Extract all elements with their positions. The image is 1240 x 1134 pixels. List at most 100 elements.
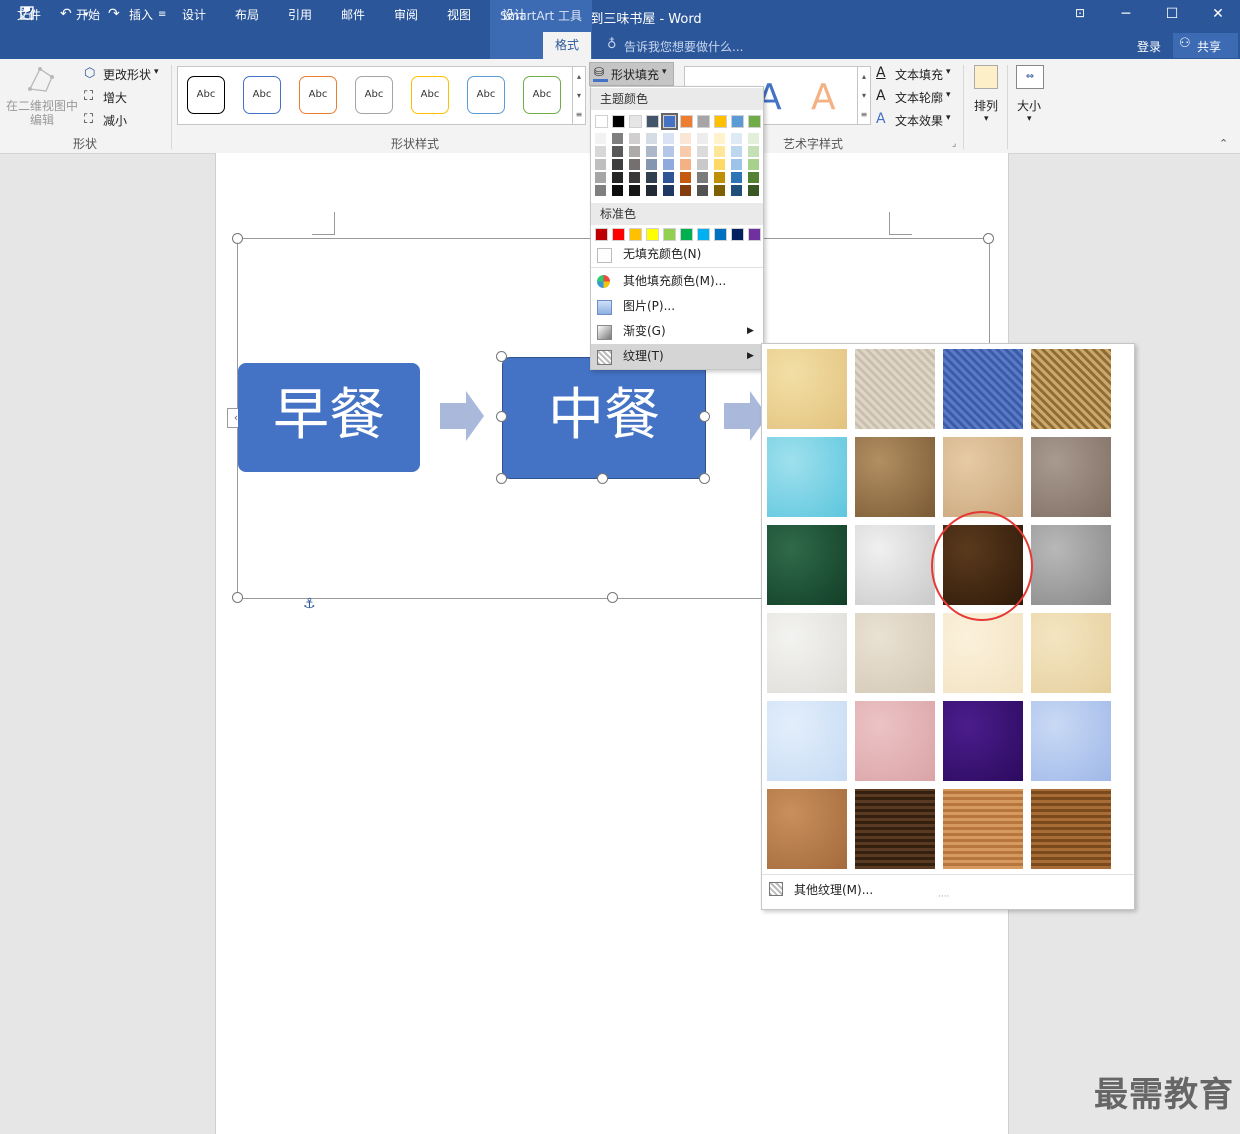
texture-granite[interactable]	[1031, 525, 1111, 605]
theme-color-swatch[interactable]	[748, 115, 761, 128]
theme-shade-swatch[interactable]	[748, 146, 759, 157]
theme-shade-swatch[interactable]	[646, 146, 657, 157]
standard-color-swatch[interactable]	[595, 228, 608, 241]
theme-shade-swatch[interactable]	[612, 172, 623, 183]
resize-handle[interactable]	[699, 411, 710, 422]
no-fill-item[interactable]: 无填充颜色(N)	[591, 242, 763, 267]
shape-style-6[interactable]: Abc	[467, 76, 505, 114]
theme-shade-swatch[interactable]	[629, 133, 640, 144]
theme-shade-swatch[interactable]	[714, 185, 725, 196]
theme-shade-swatch[interactable]	[697, 159, 708, 170]
texture-newsprint[interactable]	[767, 613, 847, 693]
texture-recycled-paper[interactable]	[855, 613, 935, 693]
edit-2d-button[interactable]: 在二维视图中编辑	[4, 99, 80, 127]
standard-color-swatch[interactable]	[663, 228, 676, 241]
standard-color-swatch[interactable]	[680, 228, 693, 241]
standard-color-swatch[interactable]	[731, 228, 744, 241]
resize-handle[interactable]	[983, 233, 994, 244]
theme-shade-swatch[interactable]	[731, 133, 742, 144]
texture-woven-mat[interactable]	[1031, 349, 1111, 429]
theme-shade-swatch[interactable]	[748, 133, 759, 144]
theme-shade-swatch[interactable]	[646, 185, 657, 196]
standard-color-swatch[interactable]	[748, 228, 761, 241]
theme-shade-swatch[interactable]	[697, 172, 708, 183]
theme-shade-swatch[interactable]	[697, 185, 708, 196]
texture-paper-bag[interactable]	[855, 437, 935, 517]
resize-handle[interactable]	[496, 411, 507, 422]
tab-view[interactable]: 视图	[447, 6, 471, 23]
shape-style-2[interactable]: Abc	[243, 76, 281, 114]
texture-fill-item[interactable]: 纹理(T) ▶	[591, 344, 763, 369]
theme-shade-swatch[interactable]	[663, 172, 674, 183]
smartart-node-lunch[interactable]: 中餐	[502, 357, 706, 479]
theme-shade-swatch[interactable]	[629, 159, 640, 170]
standard-color-swatch[interactable]	[629, 228, 642, 241]
theme-shade-swatch[interactable]	[714, 172, 725, 183]
texture-stationery[interactable]	[1031, 613, 1111, 693]
theme-shade-swatch[interactable]	[612, 146, 623, 157]
theme-shade-swatch[interactable]	[748, 159, 759, 170]
tab-references[interactable]: 引用	[288, 6, 312, 23]
theme-shade-swatch[interactable]	[629, 146, 640, 157]
theme-shade-swatch[interactable]	[595, 185, 606, 196]
tab-file[interactable]: 文件	[17, 6, 41, 23]
texture-sand[interactable]	[1031, 437, 1111, 517]
standard-color-swatch[interactable]	[612, 228, 625, 241]
standard-color-swatch[interactable]	[697, 228, 710, 241]
shape-fill-button[interactable]: ⛁ 形状填充 ▾	[589, 62, 674, 86]
theme-color-swatch[interactable]	[680, 115, 693, 128]
smaller-button[interactable]: 减小	[103, 112, 127, 129]
ribbon-display-icon[interactable]: ⊡	[1070, 6, 1090, 20]
theme-shade-swatch[interactable]	[748, 185, 759, 196]
theme-shade-swatch[interactable]	[612, 185, 623, 196]
theme-shade-swatch[interactable]	[714, 159, 725, 170]
maximize-icon[interactable]: ☐	[1162, 6, 1182, 22]
larger-button[interactable]: 增大	[103, 89, 127, 106]
tab-home[interactable]: 开始	[76, 6, 100, 23]
texture-pink-tissue-paper[interactable]	[855, 701, 935, 781]
texture-blue-tissue-paper[interactable]	[767, 701, 847, 781]
resize-handle[interactable]	[699, 473, 710, 484]
resize-grip-icon[interactable]: ····	[938, 892, 949, 902]
theme-shade-swatch[interactable]	[680, 185, 691, 196]
wordart-gallery-scroll[interactable]: ▴ ▾ ≡	[857, 66, 871, 125]
theme-shade-swatch[interactable]	[595, 146, 606, 157]
theme-color-swatch[interactable]	[697, 115, 710, 128]
theme-shade-swatch[interactable]	[731, 172, 742, 183]
shape-style-5[interactable]: Abc	[411, 76, 449, 114]
text-outline-button[interactable]: 文本轮廓	[895, 89, 943, 106]
theme-shade-swatch[interactable]	[612, 133, 623, 144]
smartart-node-breakfast[interactable]: 早餐	[238, 363, 420, 472]
theme-shade-swatch[interactable]	[629, 185, 640, 196]
tab-design[interactable]: 设计	[182, 6, 206, 23]
theme-shade-swatch[interactable]	[663, 146, 674, 157]
theme-shade-swatch[interactable]	[714, 146, 725, 157]
size-button[interactable]: 大小	[1017, 97, 1041, 114]
theme-shade-swatch[interactable]	[595, 172, 606, 183]
tab-layout[interactable]: 布局	[235, 6, 259, 23]
theme-shade-swatch[interactable]	[697, 133, 708, 144]
theme-shade-swatch[interactable]	[697, 146, 708, 157]
gallery-scroll[interactable]: ▴ ▾ ≡	[572, 66, 586, 125]
theme-color-swatch[interactable]	[595, 115, 608, 128]
shape-style-1[interactable]: Abc	[187, 76, 225, 114]
share-button[interactable]: ⚇ 共享	[1173, 33, 1238, 58]
theme-shade-swatch[interactable]	[663, 133, 674, 144]
texture-bouquet[interactable]	[1031, 701, 1111, 781]
theme-shade-swatch[interactable]	[646, 172, 657, 183]
theme-shade-swatch[interactable]	[612, 159, 623, 170]
resize-handle[interactable]	[232, 233, 243, 244]
theme-color-swatch[interactable]	[714, 115, 727, 128]
text-effects-button[interactable]: 文本效果	[895, 112, 943, 129]
theme-color-swatch[interactable]	[612, 115, 625, 128]
shape-style-4[interactable]: Abc	[355, 76, 393, 114]
arrange-button[interactable]: 排列	[974, 97, 998, 114]
resize-handle[interactable]	[232, 592, 243, 603]
customize-qat-icon[interactable]: ≡	[158, 9, 166, 20]
texture-parchment[interactable]	[943, 613, 1023, 693]
theme-shade-swatch[interactable]	[731, 159, 742, 170]
login-link[interactable]: 登录	[1137, 38, 1161, 55]
texture-denim[interactable]	[943, 349, 1023, 429]
theme-shade-swatch[interactable]	[748, 172, 759, 183]
texture-medium-wood[interactable]	[1031, 789, 1111, 869]
